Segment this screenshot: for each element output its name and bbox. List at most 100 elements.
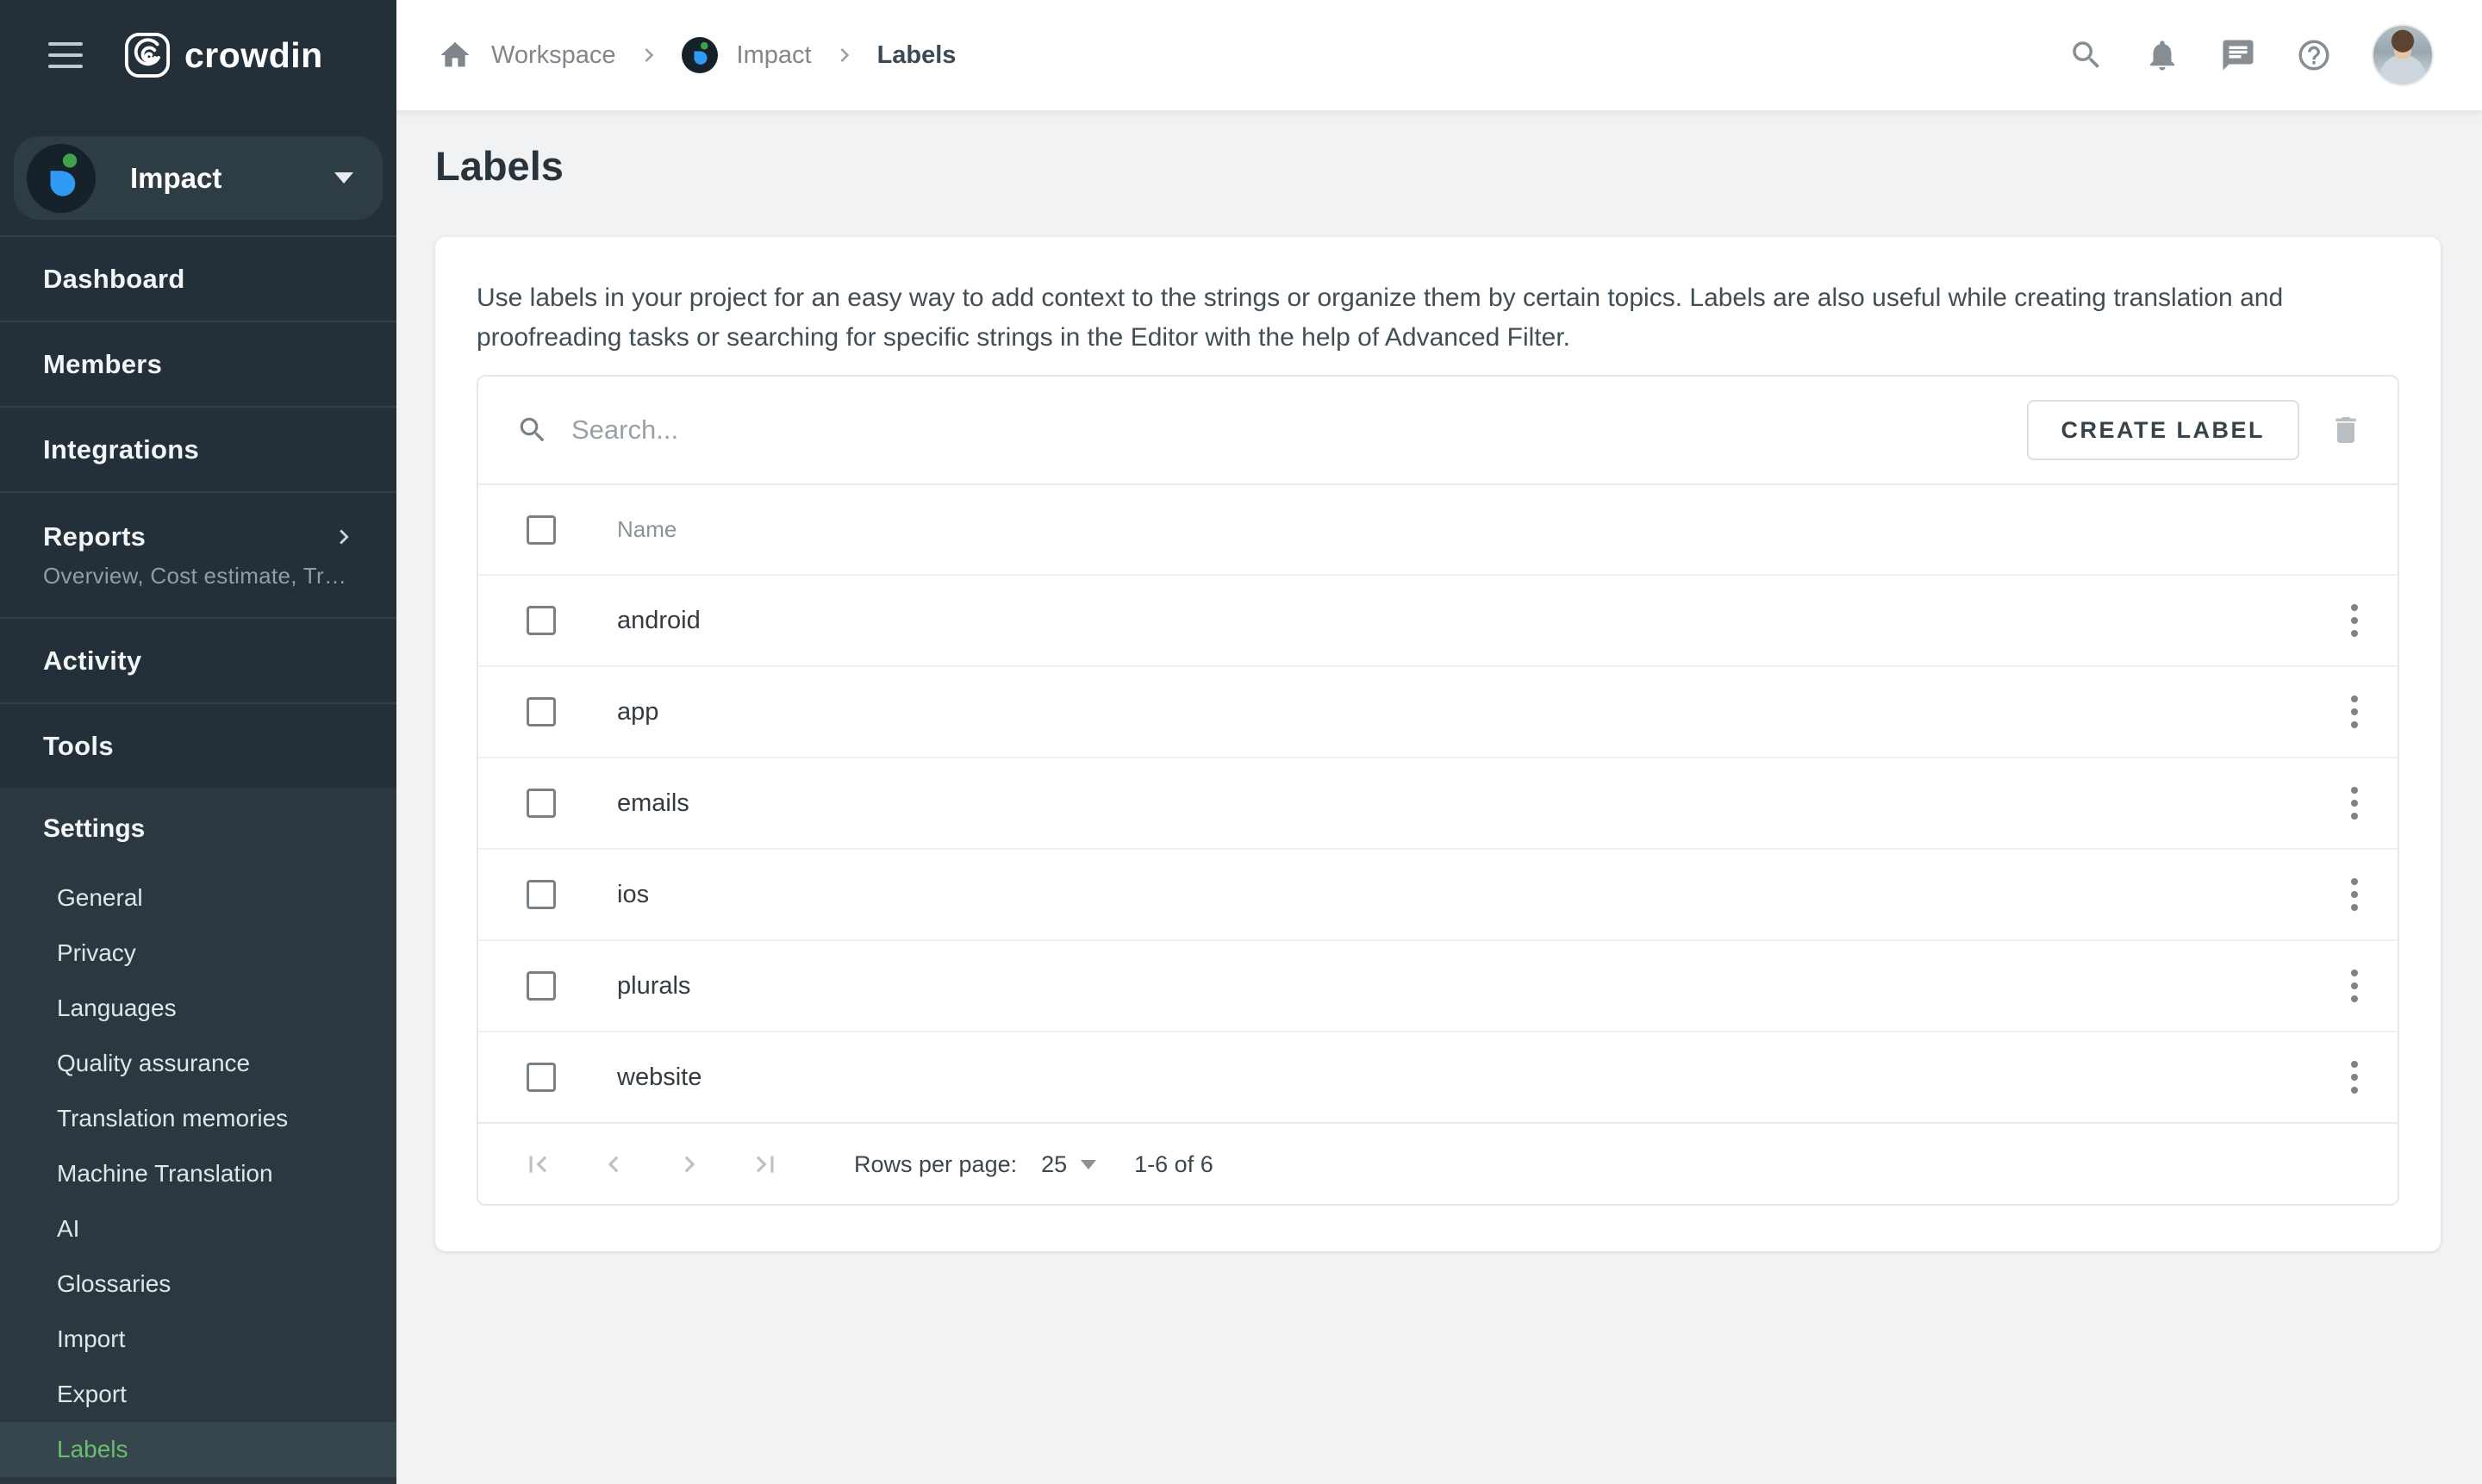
crowdin-logo-icon[interactable]: [124, 32, 171, 78]
sidebar-nav-item-label: Activity: [43, 645, 141, 677]
table-header: Name: [478, 483, 2398, 574]
table-rows: android app emails: [478, 574, 2398, 1122]
last-page-icon[interactable]: [749, 1148, 782, 1181]
sidebar-settings-item[interactable]: Machine Translation: [0, 1146, 396, 1201]
label-name: app: [617, 698, 658, 726]
sidebar-settings-item[interactable]: Languages: [0, 981, 396, 1036]
labels-table: CREATE LABEL Name android: [477, 375, 2399, 1206]
sidebar-settings-item[interactable]: Glossaries: [0, 1256, 396, 1312]
page-title: Labels: [435, 142, 2482, 190]
chevron-right-icon: [635, 41, 663, 69]
row-checkbox[interactable]: [527, 697, 556, 726]
label-name: emails: [617, 789, 689, 818]
sidebar-settings-item-label: General: [57, 884, 143, 912]
project-avatar: [27, 144, 96, 213]
menu-hamburger-icon[interactable]: [48, 42, 83, 68]
sidebar-settings-item-label: Languages: [57, 995, 177, 1022]
chevron-down-icon: [334, 172, 353, 184]
row-checkbox[interactable]: [527, 606, 556, 635]
breadcrumb-item[interactable]: Impact: [635, 37, 812, 73]
chevron-right-icon: [831, 41, 858, 69]
previous-page-icon[interactable]: [597, 1148, 630, 1181]
first-page-icon[interactable]: [521, 1148, 554, 1181]
delete-trash-icon[interactable]: [2329, 413, 2363, 447]
sidebar-settings-item[interactable]: Labels: [0, 1422, 396, 1477]
row-checkbox[interactable]: [527, 880, 556, 909]
row-menu-kebab-icon[interactable]: [2335, 598, 2373, 643]
table-row: android: [478, 574, 2398, 665]
pagination-range: 1-6 of 6: [1134, 1151, 1213, 1178]
sidebar-nav-item[interactable]: Activity: [0, 617, 396, 702]
label-name: website: [617, 1063, 702, 1092]
messages-chat-icon[interactable]: [2220, 37, 2256, 73]
label-name: ios: [617, 881, 649, 909]
row-menu-kebab-icon[interactable]: [2335, 963, 2373, 1008]
breadcrumb-item[interactable]: Labels: [831, 41, 957, 70]
sidebar-nav-item-label: Tools: [43, 731, 114, 762]
brand-row: crowdin: [0, 0, 396, 110]
row-menu-kebab-icon[interactable]: [2335, 781, 2373, 826]
row-checkbox[interactable]: [527, 1063, 556, 1092]
sidebar-settings-item-label: Quality assurance: [57, 1050, 250, 1077]
sidebar-nav-item[interactable]: Dashboard: [0, 235, 396, 321]
sidebar-nav-item-label: Members: [43, 349, 162, 380]
search-row: CREATE LABEL: [478, 377, 2398, 483]
sidebar-settings-item[interactable]: Import: [0, 1312, 396, 1367]
sidebar-settings-item[interactable]: Quality assurance: [0, 1036, 396, 1091]
sidebar-settings-item-label: Export: [57, 1381, 127, 1408]
sidebar-settings-section: Settings General Privacy Languages Quali…: [0, 788, 396, 1484]
notifications-bell-icon[interactable]: [2144, 37, 2180, 73]
sidebar-nav: Dashboard Members: [0, 235, 396, 788]
sidebar-settings-item[interactable]: Translation memories: [0, 1091, 396, 1146]
user-avatar[interactable]: [2372, 24, 2434, 86]
sidebar-nav-item[interactable]: Reports Overview, Cost estimate, Transl.…: [0, 491, 396, 617]
topbar-icons: [2068, 24, 2434, 86]
breadcrumb-label: Impact: [737, 41, 812, 70]
sidebar-settings-item[interactable]: Export: [0, 1367, 396, 1422]
sidebar-settings-item[interactable]: General: [0, 870, 396, 926]
topbar: Workspace: [396, 0, 2482, 111]
settings-items: General Privacy Languages Quality assura…: [0, 870, 396, 1477]
select-all-checkbox[interactable]: [527, 515, 556, 545]
help-icon[interactable]: [2296, 37, 2332, 73]
sidebar-nav-item-label: Dashboard: [43, 264, 185, 295]
rows-per-page-value: 25: [1041, 1151, 1067, 1178]
row-menu-kebab-icon[interactable]: [2335, 689, 2373, 734]
sidebar-nav-item-label: Reports: [43, 521, 146, 552]
sidebar-settings-item-label: Privacy: [57, 939, 136, 967]
breadcrumb-item[interactable]: Workspace: [491, 41, 616, 70]
row-checkbox[interactable]: [527, 789, 556, 818]
rows-per-page-label: Rows per page:: [854, 1151, 1017, 1178]
sidebar-settings-item-label: Import: [57, 1325, 125, 1353]
home-icon[interactable]: [438, 38, 472, 72]
sidebar-settings-item[interactable]: Privacy: [0, 926, 396, 981]
sidebar-nav-item[interactable]: Members: [0, 321, 396, 406]
search-icon[interactable]: [2068, 37, 2105, 73]
brand-name[interactable]: crowdin: [184, 35, 323, 76]
sidebar-nav-item-subtitle: Overview, Cost estimate, Transl...: [43, 563, 359, 589]
sidebar-settings-item-label: Glossaries: [57, 1270, 171, 1298]
page-content: Labels Use labels in your project for an…: [396, 111, 2482, 1484]
table-row: ios: [478, 848, 2398, 939]
table-row: emails: [478, 757, 2398, 848]
sidebar-nav-item[interactable]: Integrations: [0, 406, 396, 491]
sidebar-settings-item[interactable]: AI: [0, 1201, 396, 1256]
label-name: plurals: [617, 972, 690, 1001]
column-header-name: Name: [617, 516, 677, 543]
row-checkbox[interactable]: [527, 971, 556, 1001]
create-label-button[interactable]: CREATE LABEL: [2027, 400, 2300, 460]
sidebar-nav-item[interactable]: Tools: [0, 702, 396, 788]
pagination-bar: Rows per page: 25 1-6 of 6: [478, 1122, 2398, 1205]
sidebar-nav-item-label: Integrations: [43, 434, 199, 465]
rows-per-page-select[interactable]: 25: [1041, 1151, 1096, 1178]
next-page-icon[interactable]: [673, 1148, 706, 1181]
chevron-right-icon: [329, 522, 359, 552]
row-menu-kebab-icon[interactable]: [2335, 1055, 2373, 1100]
project-name: Impact: [130, 162, 221, 195]
table-row: website: [478, 1031, 2398, 1122]
project-selector[interactable]: Impact: [14, 136, 383, 220]
search-input[interactable]: [570, 414, 2027, 446]
labels-card: Use labels in your project for an easy w…: [435, 237, 2441, 1251]
settings-header: Settings: [0, 788, 396, 870]
row-menu-kebab-icon[interactable]: [2335, 872, 2373, 917]
